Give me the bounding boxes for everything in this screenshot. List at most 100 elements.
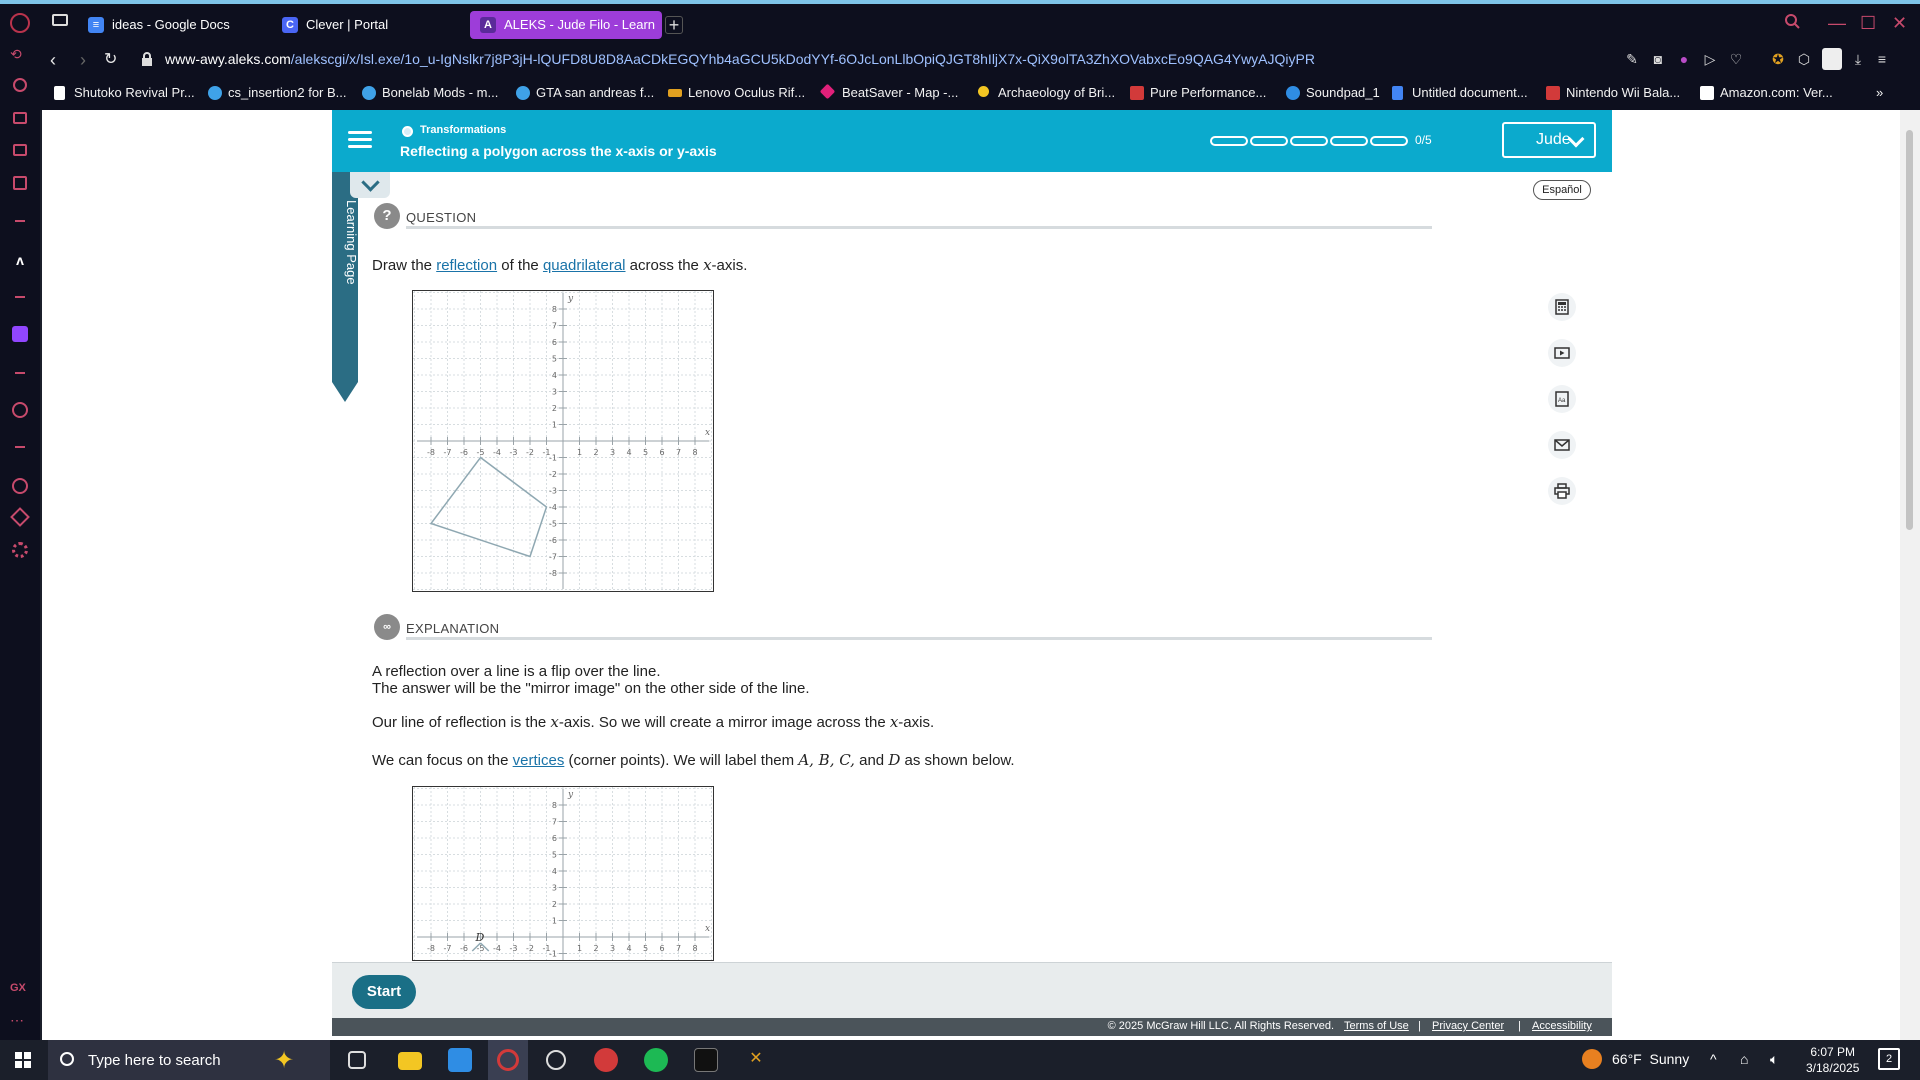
youtube-icon[interactable] bbox=[594, 1048, 618, 1072]
tab-clever[interactable]: C Clever | Portal bbox=[272, 11, 462, 39]
bookmark-item[interactable]: Bonelab Mods - m... bbox=[362, 85, 498, 100]
new-tab-button[interactable]: + bbox=[665, 16, 683, 34]
twitch-icon[interactable] bbox=[12, 326, 28, 342]
profile-icon[interactable] bbox=[1822, 48, 1842, 70]
explanation-graph: -8-7-6-5-4-3-2-112345678-8-7-6-5-4-3-2-1… bbox=[412, 786, 714, 961]
notification-icon[interactable]: 2 bbox=[1878, 1048, 1900, 1070]
extensions-icon[interactable] bbox=[10, 507, 30, 527]
quadrilateral-link[interactable]: quadrilateral bbox=[543, 257, 626, 274]
espanol-button[interactable]: Español bbox=[1533, 180, 1591, 200]
mail-icon[interactable] bbox=[1548, 431, 1576, 459]
medal-icon[interactable]: ✪ bbox=[1770, 51, 1786, 67]
back-button[interactable]: ‹ bbox=[50, 48, 56, 72]
more-icon[interactable]: ⋯ bbox=[10, 1012, 30, 1032]
windows-start-icon[interactable] bbox=[15, 1052, 31, 1068]
start-button[interactable]: Start bbox=[352, 975, 416, 1009]
divider bbox=[15, 296, 25, 298]
weather-text[interactable]: 66°F Sunny bbox=[1612, 1051, 1689, 1067]
opera-taskbar-icon[interactable] bbox=[488, 1040, 528, 1080]
vpn-icon[interactable]: ● bbox=[1676, 51, 1692, 67]
wallet-icon[interactable] bbox=[13, 144, 27, 156]
bookmark-item[interactable]: BeatSaver - Map -... bbox=[819, 83, 958, 100]
bookmark-item[interactable]: Lenovo Oculus Rif... bbox=[668, 85, 805, 100]
opera-logo-icon[interactable] bbox=[10, 13, 30, 33]
x-tick-label: -7 bbox=[444, 944, 452, 953]
heart-icon[interactable]: ♡ bbox=[1728, 51, 1744, 67]
tray-chevron-icon[interactable]: ^ bbox=[1710, 1051, 1717, 1067]
maximize-button[interactable]: ☐ bbox=[1860, 13, 1876, 33]
chatgpt-icon[interactable] bbox=[546, 1050, 566, 1070]
privacy-link[interactable]: Privacy Center bbox=[1432, 1020, 1504, 1032]
volume-icon[interactable]: 🔈︎ bbox=[1770, 1051, 1778, 1068]
tab-switch-icon[interactable] bbox=[52, 14, 68, 26]
explanation-paragraph-2: Our line of reflection is the x-axis. So… bbox=[372, 713, 935, 732]
url-field[interactable]: www-awy.aleks.com/alekscgi/x/Isl.exe/1o_… bbox=[165, 51, 1315, 67]
bookmark-item[interactable]: Archaeology of Bri... bbox=[978, 85, 1115, 100]
edit-icon[interactable]: ✎ bbox=[1624, 51, 1640, 67]
bookmark-item[interactable]: Shutoko Revival Pr... bbox=[54, 85, 195, 100]
system-clock[interactable]: 6:07 PM 3/18/2025 bbox=[1806, 1044, 1859, 1076]
bookmark-item[interactable]: cs_insertion2 for B... bbox=[208, 85, 347, 100]
messenger-icon[interactable] bbox=[13, 176, 27, 190]
print-icon[interactable] bbox=[1548, 477, 1576, 505]
terms-link[interactable]: Terms of Use bbox=[1344, 1020, 1409, 1032]
accessibility-link[interactable]: Accessibility bbox=[1532, 1020, 1592, 1032]
tab-google-docs[interactable]: ≡ ideas - Google Docs bbox=[78, 11, 268, 39]
search-tabs-icon[interactable] bbox=[1784, 13, 1800, 33]
more-bookmarks-icon[interactable]: » bbox=[1876, 85, 1883, 100]
bookmark-item[interactable]: Pure Performance... bbox=[1130, 85, 1266, 100]
bookmark-item[interactable]: GTA san andreas f... bbox=[516, 85, 654, 100]
history-icon[interactable] bbox=[12, 478, 28, 494]
microsoft-store-icon[interactable] bbox=[448, 1048, 472, 1072]
coordinate-plane[interactable]: -8 -7 -6 -5 -4 -3 -2 -1 1 2 3 4 5 6 7 8-8-7-6-5-4-3-2-1… bbox=[413, 242, 713, 640]
calculator-icon[interactable] bbox=[1548, 293, 1576, 321]
weather-icon[interactable] bbox=[1582, 1049, 1602, 1069]
call-of-duty-icon[interactable] bbox=[694, 1048, 718, 1072]
scroll-thumb[interactable] bbox=[1906, 130, 1913, 530]
y-tick-label: 5 bbox=[552, 355, 557, 364]
network-icon[interactable]: ⌂ bbox=[1740, 1051, 1748, 1067]
footer: © 2025 McGraw Hill LLC. All Rights Reser… bbox=[332, 1018, 1612, 1036]
aria-icon[interactable] bbox=[13, 78, 27, 92]
bookmark-item[interactable]: Untitled document... bbox=[1392, 85, 1528, 100]
glasses-icon: ∞ bbox=[374, 614, 400, 640]
minimize-button[interactable]: — bbox=[1828, 13, 1846, 33]
bookmark-item[interactable]: Soundpad_1 bbox=[1286, 85, 1380, 100]
vertices-link[interactable]: vertices bbox=[513, 752, 565, 769]
player-icon[interactable] bbox=[12, 402, 28, 418]
question-graph[interactable]: -8 -7 -6 -5 -4 -3 -2 -1 1 2 3 4 5 6 7 8 -8 -7 -6 -5 -4 -3 -2 -1… bbox=[412, 242, 714, 640]
spotify-icon[interactable] bbox=[644, 1048, 668, 1072]
taskbar-search[interactable]: Type here to search ✦ bbox=[48, 1040, 330, 1080]
dictionary-icon[interactable]: Aa bbox=[1548, 385, 1576, 413]
bookmark-item[interactable]: Amazon.com: Ver... bbox=[1700, 85, 1833, 100]
x-tick-label: 1 bbox=[577, 448, 582, 457]
cube-icon[interactable]: ⬡ bbox=[1796, 51, 1812, 67]
menu-icon[interactable]: ≡ bbox=[1874, 51, 1890, 67]
aleks-sidebar-icon[interactable]: ʌ bbox=[10, 252, 30, 272]
user-menu-button[interactable]: Jude bbox=[1502, 122, 1596, 158]
gx-icon[interactable]: GX bbox=[10, 982, 30, 1002]
x-tick-label: -4 bbox=[493, 448, 501, 457]
bookmark-item[interactable]: Nintendo Wii Bala... bbox=[1546, 85, 1680, 100]
video-icon[interactable] bbox=[1548, 339, 1576, 367]
settings-icon[interactable] bbox=[12, 542, 28, 558]
page-scrollbar[interactable] bbox=[1900, 110, 1920, 1040]
send-icon[interactable]: ▷ bbox=[1702, 51, 1718, 67]
collapse-button[interactable] bbox=[350, 172, 390, 198]
camera-icon[interactable]: ◙ bbox=[1650, 51, 1666, 67]
reflection-link[interactable]: reflection bbox=[436, 257, 497, 274]
x-tick-label: -8 bbox=[427, 944, 435, 953]
task-view-icon[interactable] bbox=[348, 1051, 366, 1069]
game-icon[interactable]: ✕ bbox=[744, 1048, 768, 1072]
hamburger-menu-button[interactable] bbox=[346, 127, 374, 155]
search-icon bbox=[60, 1052, 74, 1066]
tab-aleks[interactable]: A ALEKS - Jude Filo - Learn bbox=[470, 11, 662, 39]
shopping-icon[interactable] bbox=[13, 112, 27, 124]
forward-button[interactable]: › bbox=[80, 48, 86, 72]
close-window-button[interactable]: ✕ bbox=[1892, 13, 1907, 33]
download-icon[interactable]: ⤓ bbox=[1850, 51, 1866, 67]
reload-button[interactable]: ↻ bbox=[104, 48, 117, 72]
file-explorer-icon[interactable] bbox=[398, 1052, 422, 1070]
sync-icon[interactable]: ⟲ bbox=[10, 46, 30, 66]
lock-icon bbox=[142, 52, 152, 66]
